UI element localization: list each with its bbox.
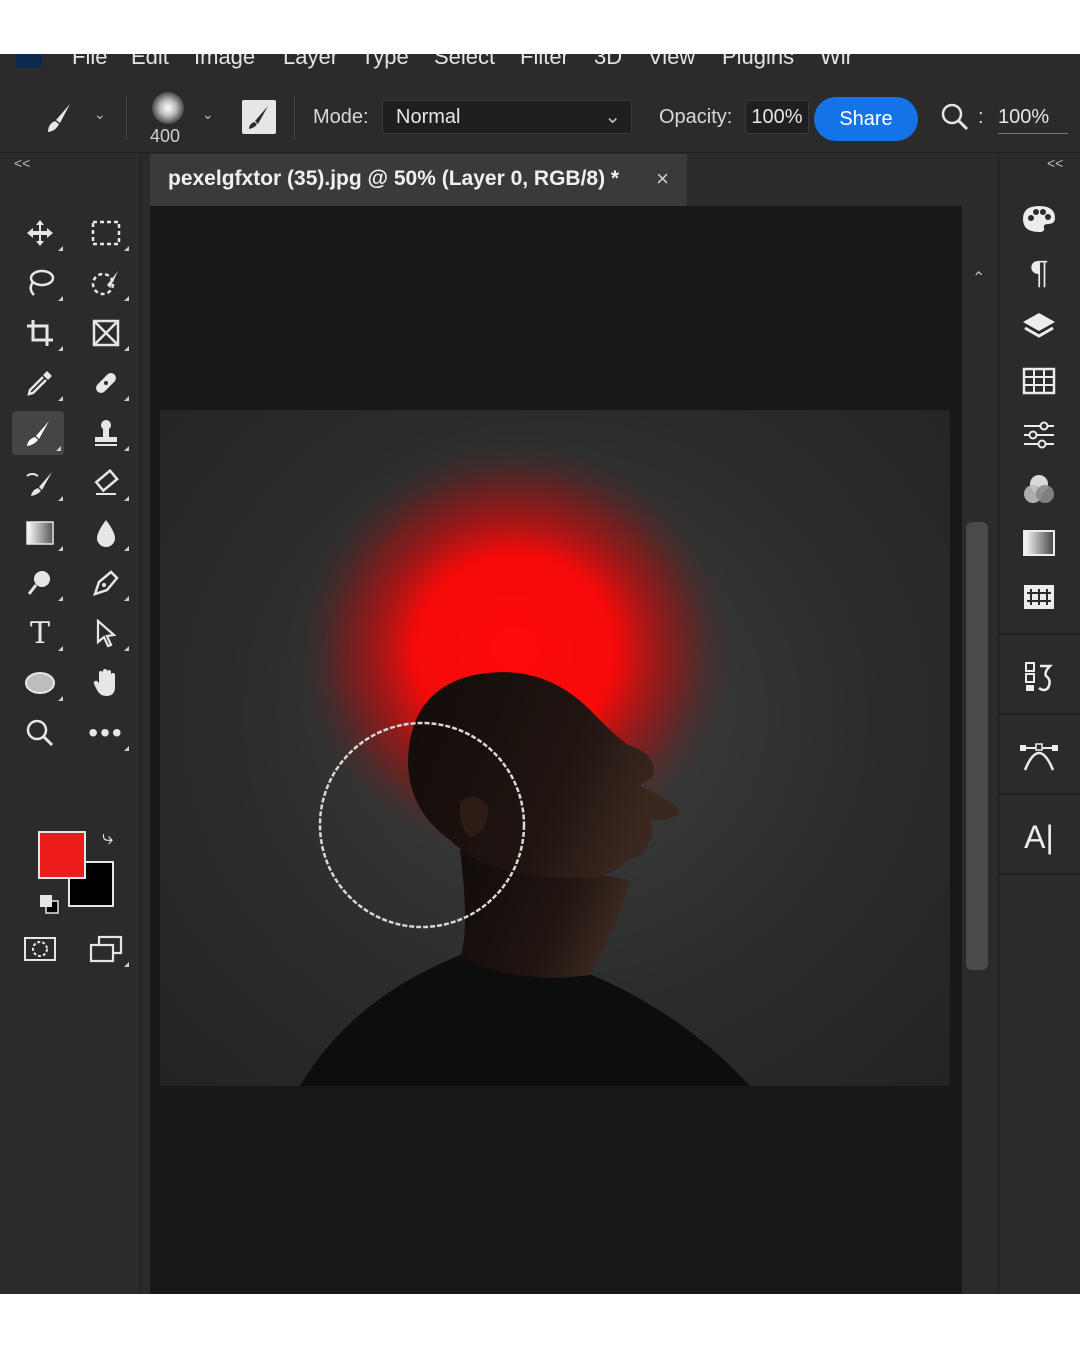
portrait-photo <box>290 435 750 1086</box>
history-brush-icon[interactable] <box>14 461 66 505</box>
zoom-level-input[interactable]: 100% <box>998 100 1068 134</box>
blur-drop-icon[interactable] <box>80 511 132 555</box>
mode-dropdown[interactable]: Normal ⌄ <box>382 100 632 134</box>
history-icon[interactable] <box>1013 655 1065 699</box>
clone-stamp-icon[interactable] <box>80 411 132 455</box>
menu-edit[interactable]: Edit <box>131 54 169 70</box>
collapse-toolbar-button[interactable]: << <box>14 155 30 171</box>
adjustments-icon[interactable] <box>1013 413 1065 457</box>
layers-icon[interactable] <box>1013 305 1065 349</box>
search-icon[interactable] <box>940 102 970 137</box>
mode-label: Mode: <box>313 106 369 128</box>
vertical-scrollbar[interactable]: ⌃ ⌄ <box>962 206 998 1294</box>
options-bar: ⌄ 400 ⌄ Mode: Normal ⌄ Opacity: 100% Sha… <box>0 84 1080 153</box>
move-tool-icon[interactable] <box>14 211 66 255</box>
chevron-down-icon[interactable]: ⌄ <box>202 106 214 123</box>
ellipse-icon[interactable] <box>14 661 66 705</box>
menu-type[interactable]: Type <box>361 54 409 70</box>
brush-preview-icon[interactable] <box>152 92 184 124</box>
eyedropper-icon[interactable] <box>14 361 66 405</box>
mode-value: Normal <box>396 106 461 128</box>
chevron-down-icon: ⌄ <box>604 106 621 128</box>
quick-mask-icon[interactable] <box>14 927 66 971</box>
separator <box>126 96 127 140</box>
tools-panel: << T ••• ⤷ <box>0 153 141 1294</box>
canvas-area[interactable] <box>150 206 962 1294</box>
close-tab-icon[interactable]: × <box>656 154 669 204</box>
character-icon[interactable]: A| <box>1013 815 1065 859</box>
brush-settings-icon[interactable] <box>242 100 276 134</box>
photoshop-logo <box>16 54 42 68</box>
bandage-icon[interactable] <box>80 361 132 405</box>
gradients-icon[interactable] <box>1013 521 1065 565</box>
menu-layer[interactable]: Layer <box>283 54 338 70</box>
gradient-icon[interactable] <box>14 511 66 555</box>
menu-image[interactable]: Image <box>194 54 255 70</box>
panel-divider <box>999 633 1080 635</box>
quick-selection-icon[interactable] <box>80 261 132 305</box>
menu-filter[interactable]: Filter <box>520 54 569 70</box>
document-title: pexelgfxtor (35).jpg @ 50% (Layer 0, RGB… <box>168 167 620 190</box>
foreground-color-swatch[interactable] <box>38 831 86 879</box>
scroll-thumb[interactable] <box>966 522 988 970</box>
chevron-down-icon[interactable]: ⌄ <box>94 106 106 123</box>
marquee-tool-icon[interactable] <box>80 211 132 255</box>
eraser-icon[interactable] <box>80 461 132 505</box>
separator <box>294 96 295 140</box>
zoom-tool-icon[interactable] <box>14 711 66 755</box>
more-tools-icon[interactable]: ••• <box>80 711 132 755</box>
paths-icon[interactable] <box>1013 735 1065 779</box>
menu-window[interactable]: Wir <box>820 54 853 70</box>
channels-icon[interactable] <box>1013 467 1065 511</box>
default-colors-icon[interactable] <box>38 893 60 920</box>
canvas-image <box>160 410 950 1086</box>
menu-view[interactable]: View <box>648 54 695 70</box>
collapse-panels-button[interactable]: << <box>1047 155 1063 171</box>
brush-tool-icon[interactable] <box>12 411 64 455</box>
opacity-input[interactable]: 100% <box>745 100 809 134</box>
pen-icon[interactable] <box>80 561 132 605</box>
menu-file[interactable]: File <box>72 54 107 70</box>
paragraph-icon[interactable]: ¶ <box>1013 251 1065 295</box>
opacity-label: Opacity: <box>659 106 733 128</box>
lasso-tool-icon[interactable] <box>14 261 66 305</box>
menu-3d[interactable]: 3D <box>594 54 622 70</box>
photoshop-window: File Edit Image Layer Type Select Filter… <box>0 54 1080 1294</box>
menu-plugins[interactable]: Plugins <box>722 54 794 70</box>
menu-select[interactable]: Select <box>434 54 495 70</box>
menu-bar: File Edit Image Layer Type Select Filter… <box>0 54 1080 84</box>
color-palette-icon[interactable] <box>1013 197 1065 241</box>
brush-tool-preset-icon[interactable] <box>40 98 80 143</box>
share-button[interactable]: Share <box>814 97 918 141</box>
panel-divider <box>999 873 1080 875</box>
colon-separator: : <box>978 106 984 128</box>
swatches-grid-icon[interactable] <box>1013 359 1065 403</box>
hand-icon[interactable] <box>80 661 132 705</box>
screen-mode-icon[interactable] <box>80 927 132 971</box>
brush-size-value: 400 <box>150 126 181 146</box>
right-panel-strip: << ¶ A| <box>998 153 1080 1294</box>
panel-divider <box>999 713 1080 715</box>
type-tool-icon[interactable]: T <box>14 611 66 655</box>
patterns-icon[interactable] <box>1013 575 1065 619</box>
crop-tool-icon[interactable] <box>14 311 66 355</box>
swap-colors-icon[interactable]: ⤷ <box>102 827 113 850</box>
path-selection-icon[interactable] <box>80 611 132 655</box>
document-tab[interactable]: pexelgfxtor (35).jpg @ 50% (Layer 0, RGB… <box>150 154 687 206</box>
frame-tool-icon[interactable] <box>80 311 132 355</box>
scroll-up-icon[interactable]: ⌃ <box>972 268 985 288</box>
dodge-icon[interactable] <box>14 561 66 605</box>
panel-divider <box>999 793 1080 795</box>
